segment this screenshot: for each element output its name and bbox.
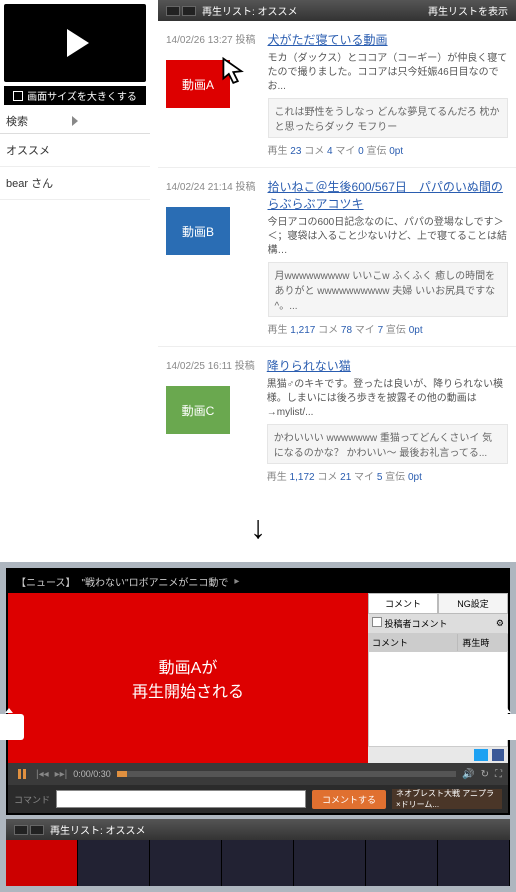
video-thumbnail[interactable]: 動画B [166,207,230,255]
player-controls: |◂◂ ▸▸| 0:00/0:30 🔊 ↻ ⛶ [8,763,508,785]
view-toggle[interactable] [14,825,44,835]
volume-icon[interactable]: 🔊 [462,769,474,780]
fullscreen-icon[interactable]: ⛶ [495,769,502,780]
search-row[interactable]: 検索 [0,109,150,134]
strip-thumb[interactable] [438,840,510,886]
video-comment-preview: かわいいい wwwwwww 重猫ってどんくさいイ 気になるのかな？ かわいい〜 … [267,424,508,464]
comment-panel: コメント NG設定 投稿者コメント ⚙ コメント 再生時 [368,593,508,763]
next-button[interactable]: ▸▸| [55,769,68,780]
video-title-link[interactable]: 拾いねこ＠生後600/567日 パパのいぬ間のらぶらぶアコツキ [268,178,508,212]
video-stats: 再生 1,217 コメ 78 マイ 7 宣伝 0pt [268,321,508,336]
bottom-strip-header: 再生リスト: オススメ [6,819,510,840]
titlebar-tag: 【ニュース】 [16,574,76,589]
bottom-playlist-strip: 再生リスト: オススメ [6,819,510,886]
time-display: 0:00/0:30 [73,769,111,779]
video-row[interactable]: 14/02/25 16:11 投稿 動画C 降りられない猫 黒猫♂のキキです。登… [158,347,516,493]
titlebar-text: "戦わない"ロボアニメがニコ動で [82,574,229,589]
seek-bar[interactable] [117,771,456,777]
strip-thumb[interactable] [294,840,366,886]
post-comment-button[interactable]: コメントする [312,790,386,809]
resize-button[interactable]: 画面サイズを大きくする [4,86,146,105]
player-titlebar: 【ニュース】 "戦わない"ロボアニメがニコ動で ▸ [8,570,508,593]
comment-input-row: コマンド コメントする ネオブレスト大戦 アニプラ×ドリーム... [8,785,508,813]
video-title-link[interactable]: 犬がただ寝ている動画 [268,31,388,48]
strip-thumb[interactable] [222,840,294,886]
overlay-line2: 再生開始される [132,678,244,702]
ad-thumbnail[interactable]: ネオブレスト大戦 アニプラ×ドリーム... [392,789,502,809]
prev-button[interactable]: |◂◂ [36,769,49,780]
repeat-icon[interactable]: ↻ [481,769,489,780]
twitter-icon[interactable] [474,749,488,761]
cursor-icon [218,55,254,94]
contributor-comment-row[interactable]: 投稿者コメント ⚙ [368,614,508,634]
expand-icon [13,91,23,101]
facebook-icon[interactable] [492,749,504,761]
video-stats: 再生 23 コメ 4 マイ 0 宣伝 0pt [268,142,508,157]
sidebar-item-recommend[interactable]: オススメ [0,134,150,167]
left-column: 画面サイズを大きくする 検索 オススメ bear さん [0,0,150,493]
player-body: 動画Aが 再生開始される コメント NG設定 投稿者コメント ⚙ コメント 再生… [8,593,508,763]
video-thumbnail[interactable]: 動画C [166,386,230,434]
video-title-link[interactable]: 降りられない猫 [267,357,351,374]
video-stats: 再生 1,172 コメ 21 マイ 5 宣伝 0pt [267,468,508,483]
play-icon [67,29,89,57]
view-toggle[interactable] [166,6,196,16]
video-description: モカ（ダックス）とココア（コーギー）が仲良く寝てたので撮りました。ココアは只今妊… [268,52,508,94]
view-list-icon [166,6,180,16]
search-label: 検索 [6,113,72,129]
mini-player[interactable] [4,4,146,82]
video-date: 14/02/26 13:27 投稿 [166,31,256,46]
video-comment-preview: これは野性をうしなっ どんな夢見てるんだろ 枕かと思ったらダック モフりー [268,98,508,138]
video-date: 14/02/25 16:11 投稿 [166,357,255,372]
next-tv-icon[interactable] [492,714,516,740]
strip-thumb[interactable] [366,840,438,886]
arrow-down-icon: ↓ [0,493,516,562]
view-grid-icon [182,6,196,16]
strip-thumb[interactable] [6,840,78,886]
resize-label: 画面サイズを大きくする [27,88,137,103]
show-playlist-link[interactable]: 再生リストを表示 [428,3,508,18]
video-description: 黒猫♂のキキです。登ったは良いが、降りられない模様。しまいには後ろ歩きを披露その… [267,378,508,420]
comment-list-header: コメント 再生時 [368,634,508,651]
prev-tv-icon[interactable] [0,714,24,740]
tab-comment[interactable]: コメント [368,593,438,614]
command-label: コマンド [14,793,50,806]
thumbnail-strip[interactable] [6,840,510,886]
checkbox-icon[interactable] [372,617,382,627]
video-date: 14/02/24 21:14 投稿 [166,178,256,193]
strip-thumb[interactable] [78,840,150,886]
player-panel: 【ニュース】 "戦わない"ロボアニメがニコ動で ▸ 動画Aが 再生開始される コ… [0,562,516,892]
video-row[interactable]: 14/02/26 13:27 投稿 動画A 犬がただ寝ている動画 モカ（ダックス… [158,21,516,168]
video-description: 今日アコの600日記念なのに、パパの登場なしです＞＜；寝袋は入ること少ないけど、… [268,216,508,258]
tab-ng[interactable]: NG設定 [438,593,508,614]
strip-thumb[interactable] [150,840,222,886]
comment-list[interactable] [368,651,508,747]
top-panel: 画面サイズを大きくする 検索 オススメ bear さん 再生リスト: オススメ … [0,0,516,493]
video-area[interactable]: 動画Aが 再生開始される [8,593,368,763]
video-comment-preview: 月wwwwwwwww いいこw ふくふく 癒しの時間をありがと wwwwwwww… [268,262,508,317]
player-frame: 【ニュース】 "戦わない"ロボアニメがニコ動で ▸ 動画Aが 再生開始される コ… [6,568,510,815]
gear-icon[interactable]: ⚙ [496,618,504,629]
video-row[interactable]: 14/02/24 21:14 投稿 動画B 拾いねこ＠生後600/567日 パパ… [158,168,516,347]
overlay-line1: 動画Aが [159,654,218,678]
comment-input[interactable] [56,790,306,808]
playlist-title: 再生リスト: オススメ [202,3,298,18]
right-column: 再生リスト: オススメ 再生リストを表示 14/02/26 13:27 投稿 動… [158,0,516,493]
chevron-right-icon [72,116,144,126]
pause-button[interactable] [14,767,30,781]
playlist-header: 再生リスト: オススメ 再生リストを表示 [158,0,516,21]
sidebar-item-user[interactable]: bear さん [0,167,150,200]
